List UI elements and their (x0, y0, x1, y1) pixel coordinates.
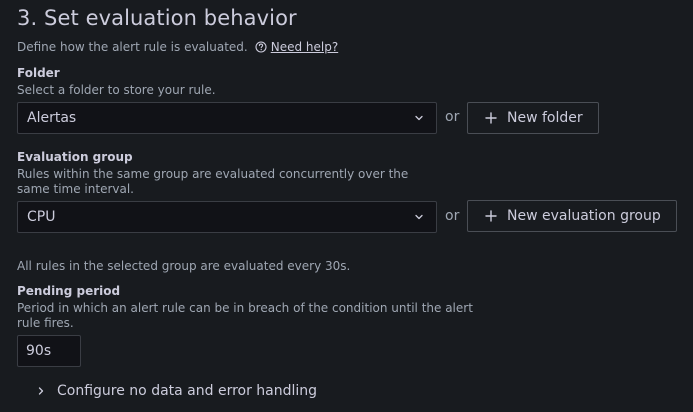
plus-icon (484, 111, 498, 125)
no-data-error-handling-label: Configure no data and error handling (57, 383, 318, 399)
chevron-right-icon (36, 386, 46, 396)
evaluation-group-select-value: CPU (27, 209, 56, 225)
plus-icon (484, 209, 498, 223)
section-title: 3. Set evaluation behavior (17, 6, 297, 30)
pending-period-label: Pending period (17, 284, 121, 298)
new-evaluation-group-button[interactable]: New evaluation group (467, 200, 677, 232)
folder-or-text: or (445, 109, 460, 125)
evaluation-group-label: Evaluation group (17, 150, 133, 164)
pending-period-description: Period in which an alert rule can be in … (17, 301, 473, 330)
evaluation-behavior-section: 3. Set evaluation behavior Define how th… (0, 0, 693, 412)
need-help-control[interactable]: Need help? (255, 40, 338, 54)
evaluation-group-select[interactable]: CPU (17, 201, 437, 233)
no-data-error-handling-toggle[interactable]: Configure no data and error handling (36, 381, 317, 401)
new-folder-button-label: New folder (507, 110, 583, 126)
pending-period-input[interactable] (17, 335, 81, 367)
new-evaluation-group-button-label: New evaluation group (507, 208, 661, 224)
chevron-down-icon (413, 112, 425, 124)
chevron-down-icon (413, 211, 425, 223)
question-circle-icon (255, 41, 267, 53)
folder-label: Folder (17, 66, 60, 80)
section-description-row: Define how the alert rule is evaluated. … (17, 40, 338, 54)
evaluation-group-or-text: or (445, 208, 460, 224)
evaluation-interval-info: All rules in the selected group are eval… (17, 259, 351, 273)
section-description: Define how the alert rule is evaluated. (17, 40, 248, 54)
evaluation-group-description: Rules within the same group are evaluate… (17, 167, 409, 196)
folder-select-value: Alertas (27, 110, 77, 126)
need-help-link[interactable]: Need help? (271, 40, 338, 54)
folder-description: Select a folder to store your rule. (17, 83, 216, 97)
folder-select[interactable]: Alertas (17, 102, 437, 134)
new-folder-button[interactable]: New folder (467, 102, 599, 134)
